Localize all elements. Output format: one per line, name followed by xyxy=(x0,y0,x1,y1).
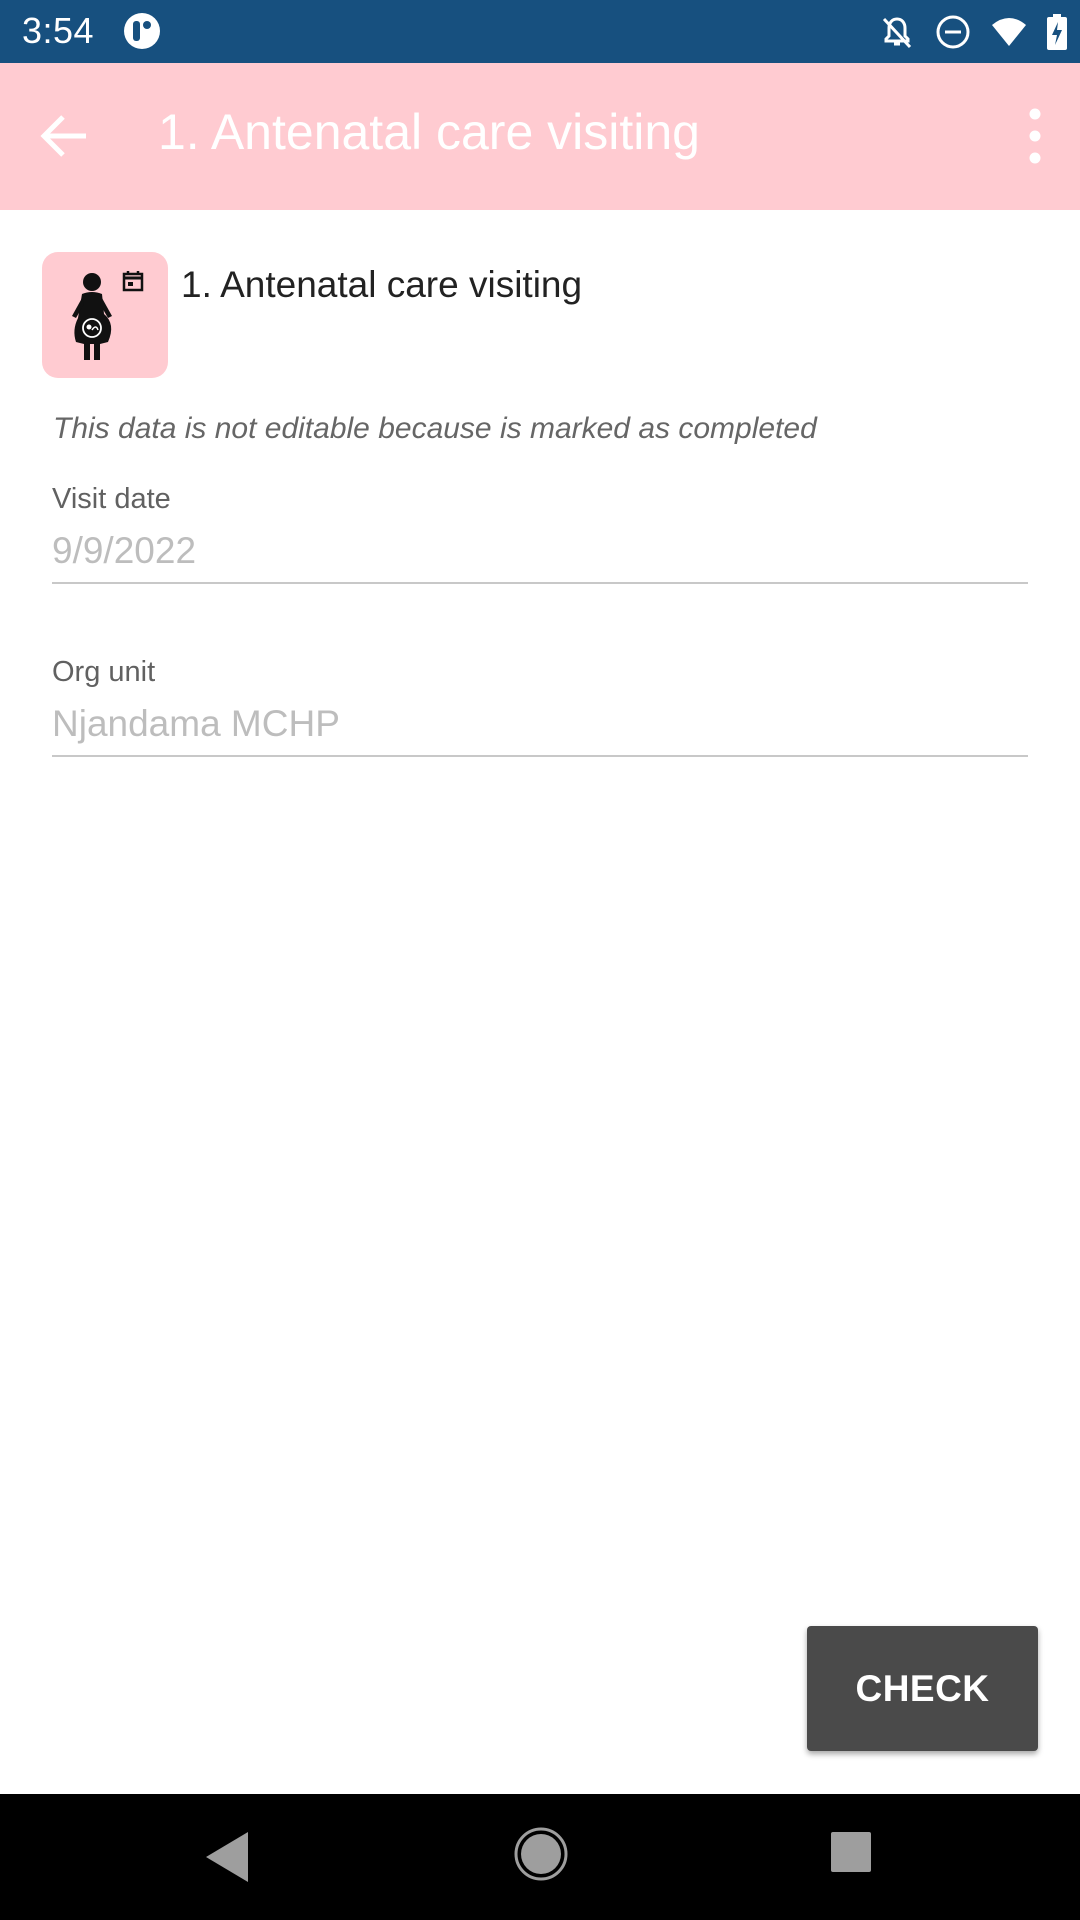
app-notification-icon xyxy=(124,13,160,49)
stage-header: 1. Antenatal care visiting xyxy=(42,252,1042,378)
stage-icon-container xyxy=(42,252,168,378)
not-editable-note: This data is not editable because is mar… xyxy=(53,412,817,445)
pregnant-woman-calendar-icon xyxy=(72,271,144,360)
status-bar: 3:54 xyxy=(0,0,1080,63)
status-icons xyxy=(878,12,1068,52)
back-button[interactable] xyxy=(36,107,94,165)
recents-square-icon[interactable] xyxy=(830,1831,872,1873)
visit-date-field[interactable]: Visit date 9/9/2022 xyxy=(52,483,1028,584)
more-options-button[interactable] xyxy=(1010,103,1060,169)
app-bar-title: 1. Antenatal care visiting xyxy=(158,104,700,160)
home-circle-icon[interactable] xyxy=(513,1826,569,1882)
do-not-disturb-icon xyxy=(934,13,972,51)
check-button[interactable]: CHECK xyxy=(807,1626,1038,1751)
notifications-off-icon xyxy=(878,13,916,51)
org-unit-field[interactable]: Org unit Njandama MCHP xyxy=(52,656,1028,757)
visit-date-value[interactable]: 9/9/2022 xyxy=(52,530,1028,584)
status-time: 3:54 xyxy=(22,10,95,51)
battery-charging-icon xyxy=(1046,13,1068,51)
org-unit-label: Org unit xyxy=(52,656,156,688)
visit-date-label: Visit date xyxy=(52,483,171,515)
back-triangle-icon[interactable] xyxy=(200,1828,252,1886)
org-unit-value[interactable]: Njandama MCHP xyxy=(52,703,1028,757)
app-bar: 1. Antenatal care visiting xyxy=(0,63,1080,210)
more-vert-icon xyxy=(1029,108,1041,164)
arrow-back-icon xyxy=(40,115,86,157)
system-nav-bar xyxy=(0,1794,1080,1920)
stage-title: 1. Antenatal care visiting xyxy=(181,264,583,305)
wifi-icon xyxy=(990,13,1028,51)
